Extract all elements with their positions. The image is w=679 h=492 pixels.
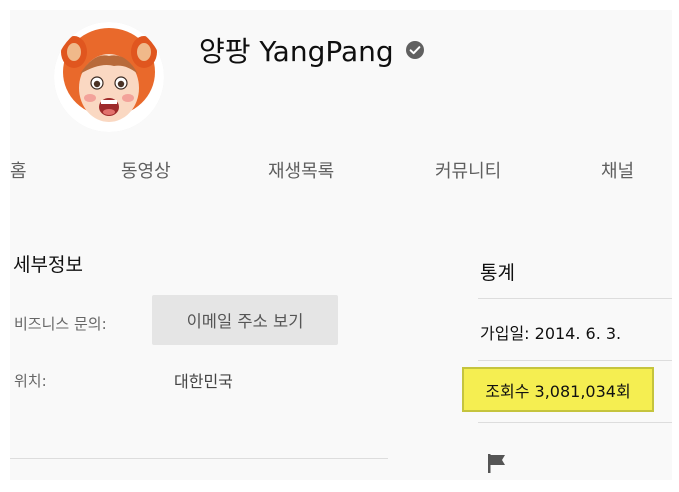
divider	[10, 458, 388, 459]
tab-home[interactable]: 홈	[10, 157, 27, 183]
channel-name-text: 양팡 YangPang	[199, 35, 394, 68]
tab-videos[interactable]: 동영상	[121, 157, 171, 183]
tab-channels[interactable]: 채널	[601, 157, 634, 183]
location-label: 위치:	[14, 372, 47, 390]
channel-title: 양팡 YangPang	[199, 30, 424, 70]
details-heading: 세부정보	[13, 254, 83, 276]
avatar[interactable]	[54, 22, 164, 132]
view-email-button[interactable]: 이메일 주소 보기	[152, 295, 338, 345]
divider	[478, 298, 672, 299]
divider	[478, 422, 672, 423]
avatar-image	[54, 22, 164, 132]
check-circle-icon	[405, 41, 424, 59]
flag-icon[interactable]	[486, 452, 508, 478]
view-count: 조회수 3,081,034회	[462, 367, 654, 412]
location-value: 대한민국	[174, 372, 233, 391]
tab-playlists[interactable]: 재생목록	[268, 157, 334, 183]
divider	[478, 360, 672, 361]
stats-heading: 통계	[480, 262, 515, 284]
joined-date: 가입일: 2014. 6. 3.	[480, 324, 622, 343]
tab-community[interactable]: 커뮤니티	[435, 157, 501, 183]
business-inquiry-label: 비즈니스 문의:	[14, 315, 107, 333]
